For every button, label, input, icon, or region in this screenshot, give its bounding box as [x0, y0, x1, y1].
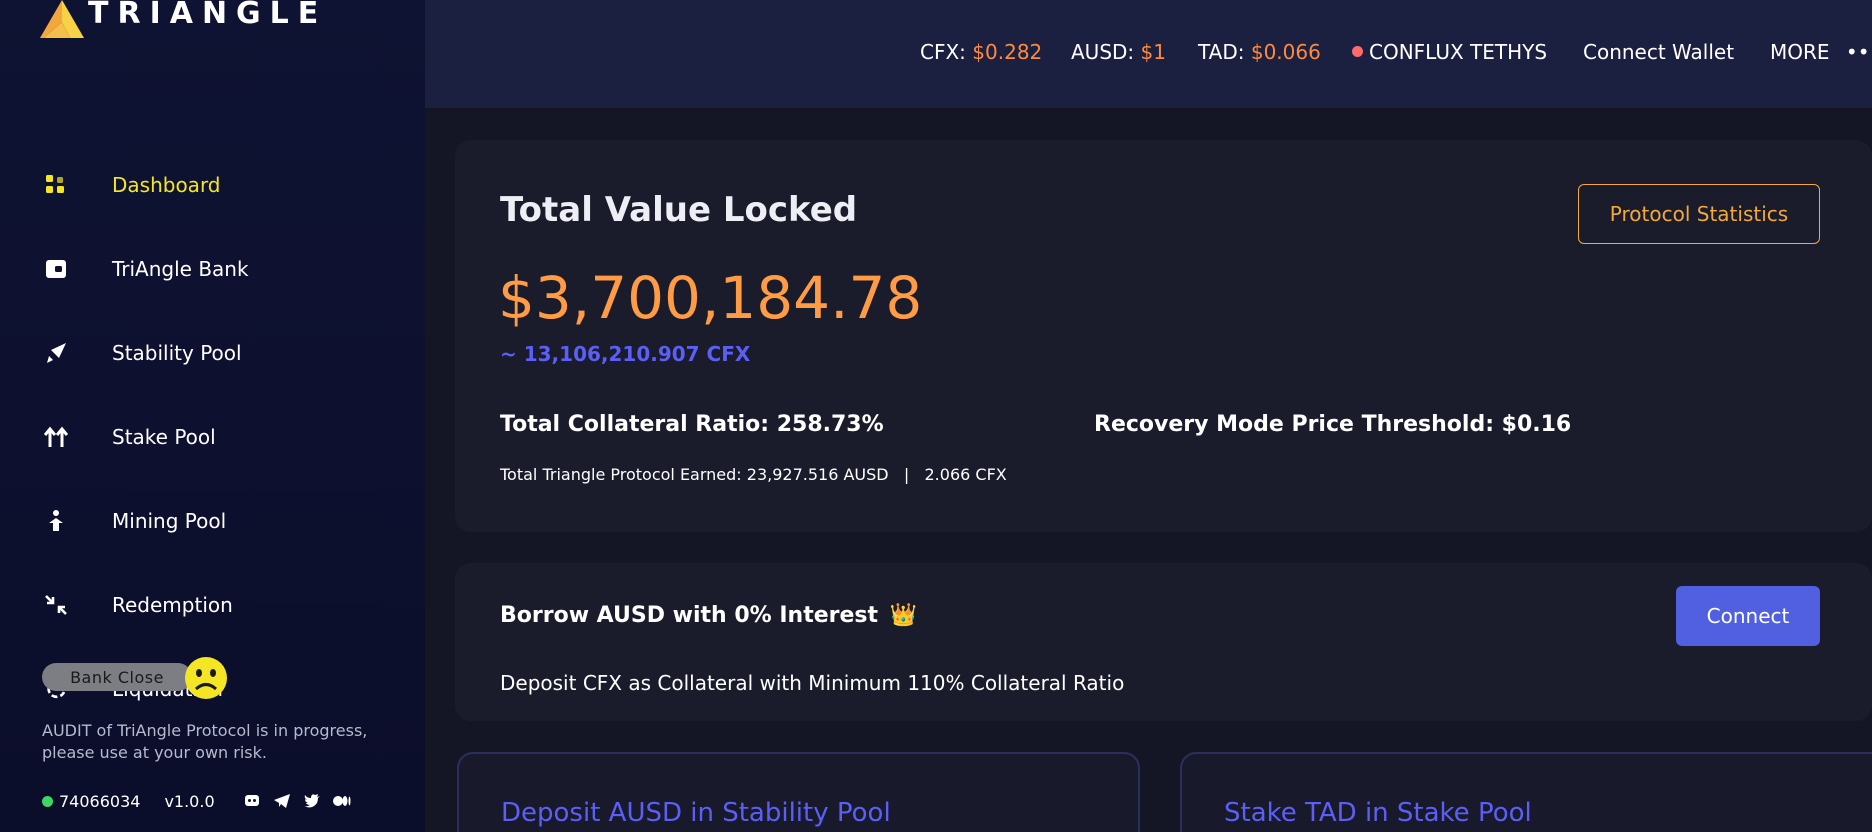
sidebar-item-stake-pool[interactable]: Stake Pool — [0, 412, 425, 462]
stability-pool-title: Deposit AUSD in Stability Pool — [501, 798, 891, 828]
tvl-title: Total Value Locked — [500, 190, 858, 230]
borrow-card: Borrow AUSD with 0% Interest 👑 Deposit C… — [455, 563, 1872, 721]
crown-icon: 👑 — [889, 603, 918, 628]
cfx-label: CFX: — [920, 40, 966, 64]
tad-price: $0.066 — [1250, 40, 1321, 64]
cfx-price-ticker: CFX: $0.282 — [920, 40, 1042, 64]
sidebar-item-dashboard[interactable]: Dashboard — [0, 160, 425, 210]
double-arrow-up-icon — [42, 423, 70, 451]
network-indicator[interactable]: CONFLUX TETHYS — [1352, 40, 1547, 64]
miner-icon — [42, 507, 70, 535]
sad-face-icon — [184, 656, 228, 700]
sidebar-item-label: Dashboard — [112, 173, 221, 197]
more-label: MORE — [1770, 40, 1830, 64]
social-links — [243, 792, 351, 810]
connect-button[interactable]: Connect — [1676, 586, 1820, 646]
borrow-title: Borrow AUSD with 0% Interest 👑 — [500, 603, 917, 628]
medium-icon[interactable] — [332, 792, 351, 810]
sidebar-item-label: Stake Pool — [112, 425, 216, 449]
ausd-price-ticker: AUSD: $1 — [1071, 40, 1166, 64]
ausd-label: AUSD: — [1071, 40, 1135, 64]
bank-icon — [42, 255, 70, 283]
tad-label: TAD: — [1198, 40, 1245, 64]
brand-name: TRIANGLE — [88, 0, 328, 31]
recovery-mode-threshold: Recovery Mode Price Threshold: $0.16 — [1094, 412, 1572, 437]
more-dots-icon: ••• — [1845, 40, 1872, 64]
tvl-value: $3,700,184.78 — [498, 264, 923, 332]
rocket-icon — [42, 339, 70, 367]
triangle-logo-icon — [40, 0, 86, 40]
sidebar-item-label: TriAngle Bank — [112, 257, 249, 281]
connect-wallet-link[interactable]: Connect Wallet — [1583, 40, 1734, 64]
sidebar-item-label: Mining Pool — [112, 509, 227, 533]
discord-icon[interactable] — [243, 792, 261, 810]
sidebar-item-stability-pool[interactable]: Stability Pool — [0, 328, 425, 378]
stake-pool-card[interactable]: Stake TAD in Stake Pool — [1180, 752, 1872, 832]
protocol-earned: Total Triangle Protocol Earned: 23,927.5… — [500, 465, 1007, 484]
ausd-price: $1 — [1140, 40, 1166, 64]
top-bar: CFX: $0.282 AUSD: $1 TAD: $0.066 CONFLUX… — [425, 0, 1872, 108]
borrow-title-text: Borrow AUSD with 0% Interest — [500, 603, 879, 628]
sidebar: TRIANGLE Dashboard TriAngle Bank Stabili… — [0, 0, 425, 832]
sidebar-item-label: Stability Pool — [112, 341, 242, 365]
tvl-cfx-equivalent: ~ 13,106,210.907 CFX — [500, 342, 751, 366]
stake-pool-title: Stake TAD in Stake Pool — [1224, 798, 1532, 828]
cfx-price: $0.282 — [972, 40, 1043, 64]
tad-price-ticker: TAD: $0.066 — [1198, 40, 1321, 64]
more-menu[interactable]: MORE ••• — [1770, 40, 1872, 64]
app-version: v1.0.0 — [164, 791, 215, 811]
stability-pool-card[interactable]: Deposit AUSD in Stability Pool — [457, 752, 1140, 832]
protocol-statistics-button[interactable]: Protocol Statistics — [1578, 184, 1820, 244]
sidebar-item-label: Redemption — [112, 593, 233, 617]
twitter-icon[interactable] — [303, 792, 321, 810]
network-name: CONFLUX TETHYS — [1369, 40, 1548, 64]
sidebar-item-mining-pool[interactable]: Mining Pool — [0, 496, 425, 546]
telegram-icon[interactable] — [273, 792, 291, 810]
network-status-dot — [1352, 46, 1363, 57]
bank-close-badge[interactable]: Bank Close — [42, 663, 192, 691]
total-collateral-ratio: Total Collateral Ratio: 258.73% — [500, 412, 884, 437]
brand-logo[interactable]: TRIANGLE — [40, 0, 327, 40]
status-dot — [42, 795, 53, 807]
borrow-description: Deposit CFX as Collateral with Minimum 1… — [500, 671, 1125, 695]
sidebar-item-redemption[interactable]: Redemption — [0, 580, 425, 630]
tvl-card: Total Value Locked $3,700,184.78 ~ 13,10… — [455, 140, 1872, 532]
sidebar-item-triangle-bank[interactable]: TriAngle Bank — [0, 244, 425, 294]
audit-notice: AUDIT of TriAngle Protocol is in progres… — [42, 721, 368, 762]
dashboard-icon — [42, 171, 70, 199]
arrows-in-icon — [42, 591, 70, 619]
block-number: 74066034 — [59, 791, 141, 811]
sidebar-footer: 74066034 v1.0.0 — [42, 790, 351, 812]
